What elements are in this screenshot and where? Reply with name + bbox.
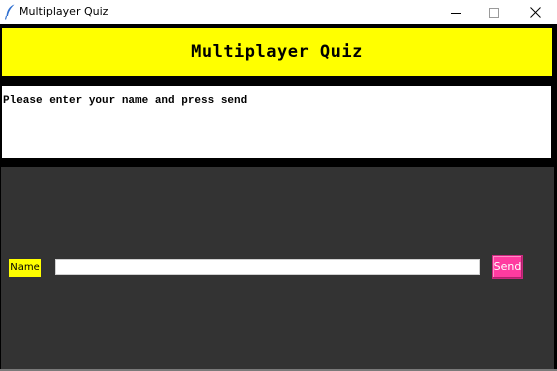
app-window: Multiplayer Quiz Please enter your name … bbox=[0, 24, 557, 371]
window-title: Multiplayer Quiz bbox=[19, 5, 109, 18]
send-button[interactable]: Send bbox=[492, 255, 523, 279]
close-icon bbox=[529, 3, 541, 22]
input-panel: Name Send bbox=[1, 167, 554, 369]
name-label: Name bbox=[9, 259, 41, 277]
window-titlebar[interactable]: Multiplayer Quiz bbox=[0, 0, 557, 24]
maximize-icon bbox=[489, 3, 499, 22]
message-area[interactable]: Please enter your name and press send bbox=[2, 86, 551, 158]
feather-icon bbox=[4, 4, 16, 20]
minimize-button[interactable] bbox=[438, 0, 474, 24]
page-title: Multiplayer Quiz bbox=[191, 42, 363, 62]
maximize-button[interactable] bbox=[476, 0, 512, 24]
name-input[interactable] bbox=[55, 259, 480, 275]
message-text: Please enter your name and press send bbox=[3, 95, 248, 107]
minimize-icon bbox=[451, 3, 461, 22]
close-button[interactable] bbox=[517, 0, 553, 24]
header-panel: Multiplayer Quiz bbox=[2, 28, 552, 76]
